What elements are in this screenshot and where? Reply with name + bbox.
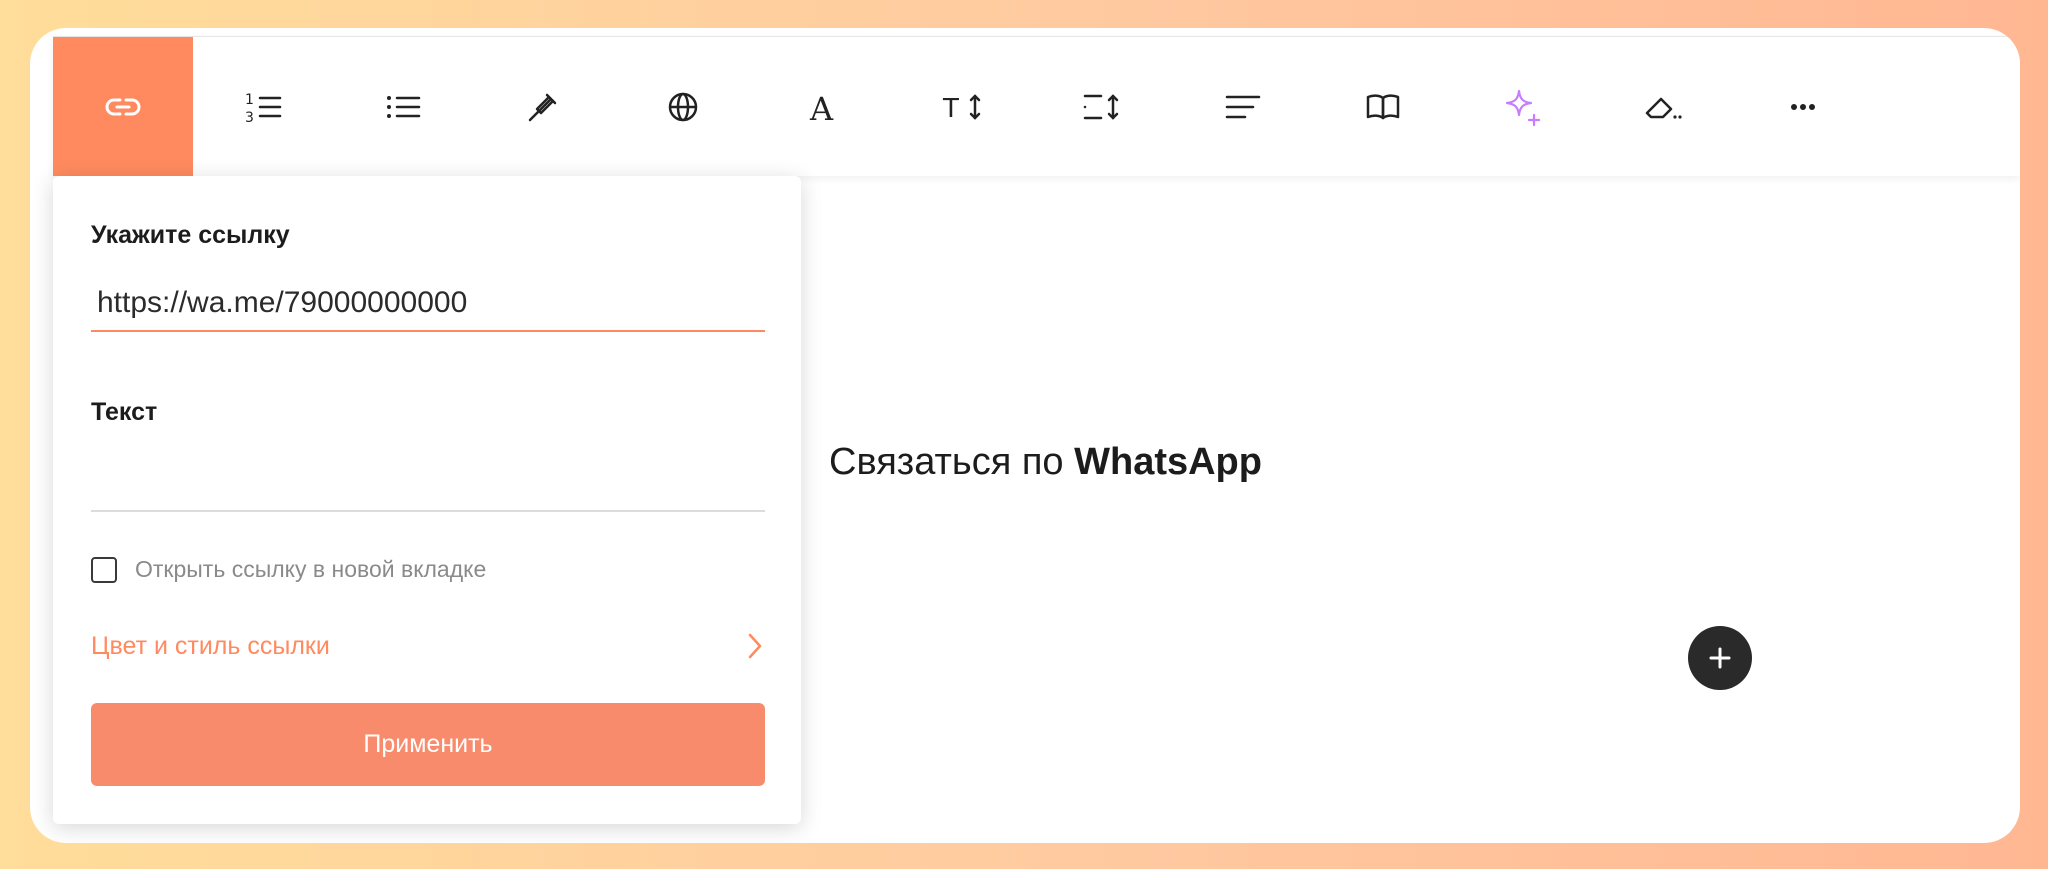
link-button[interactable]: [53, 37, 193, 176]
add-block-button[interactable]: [1688, 626, 1752, 690]
book-icon: [1366, 93, 1400, 119]
url-input[interactable]: [91, 276, 765, 332]
globe-button[interactable]: [613, 37, 753, 176]
new-tab-checkbox[interactable]: [91, 556, 117, 583]
color-picker-icon: [528, 93, 557, 121]
font-size-button[interactable]: T: [893, 37, 1033, 176]
link-settings-popup: Укажите ссылку Текст Открыть ссылку в но…: [53, 176, 801, 824]
apply-button[interactable]: Применить: [91, 703, 765, 786]
align-left-button[interactable]: [1173, 37, 1313, 176]
more-button[interactable]: [1733, 37, 1873, 176]
line-height-button[interactable]: [1033, 37, 1173, 176]
font-icon: A: [809, 90, 834, 127]
font-button[interactable]: A: [753, 37, 893, 176]
text-label: Текст: [91, 398, 158, 426]
editor-frame: 1 3 A T Связаться по WhatsApp Укажите сс…: [30, 28, 2020, 843]
color-picker-button[interactable]: [473, 37, 613, 176]
globe-icon: [668, 92, 698, 121]
ai-assistant-button[interactable]: [1453, 37, 1593, 176]
chevron-right-icon: [748, 633, 762, 659]
link-icon: [105, 98, 141, 115]
clear-format-icon: [1645, 97, 1682, 119]
content-text-regular: Связаться по: [829, 441, 1075, 483]
font-size-icon: T: [942, 94, 981, 124]
line-height-icon: [1083, 93, 1119, 120]
svg-text:1: 1: [245, 92, 254, 108]
link-style-row[interactable]: Цвет и стиль ссылки: [91, 624, 765, 668]
bullet-list-button[interactable]: [333, 37, 473, 176]
numbered-list-button[interactable]: 1 3: [193, 37, 333, 176]
clear-format-button[interactable]: [1593, 37, 1733, 176]
new-tab-option[interactable]: Открыть ссылку в новой вкладке: [91, 556, 486, 583]
content-text-bold: WhatsApp: [1074, 441, 1262, 483]
new-tab-label: Открыть ссылку в новой вкладке: [135, 556, 487, 582]
more-icon: [1791, 103, 1815, 110]
align-left-icon: [1225, 95, 1261, 118]
plus-icon: [1709, 647, 1731, 669]
formatting-toolbar: 1 3 A T: [53, 36, 2020, 176]
book-button[interactable]: [1313, 37, 1453, 176]
svg-text:A: A: [809, 90, 834, 127]
svg-text:T: T: [942, 94, 959, 124]
link-text-input[interactable]: [91, 456, 765, 512]
content-link-text: Связаться по WhatsApp: [829, 441, 1262, 484]
url-label: Укажите ссылку: [91, 221, 290, 249]
link-style-label: Цвет и стиль ссылки: [91, 631, 330, 660]
numbered-list-icon: 1 3: [245, 92, 282, 126]
bullet-list-icon: [387, 95, 421, 118]
ai-sparkle-icon: [1505, 89, 1541, 126]
svg-text:3: 3: [245, 110, 254, 126]
